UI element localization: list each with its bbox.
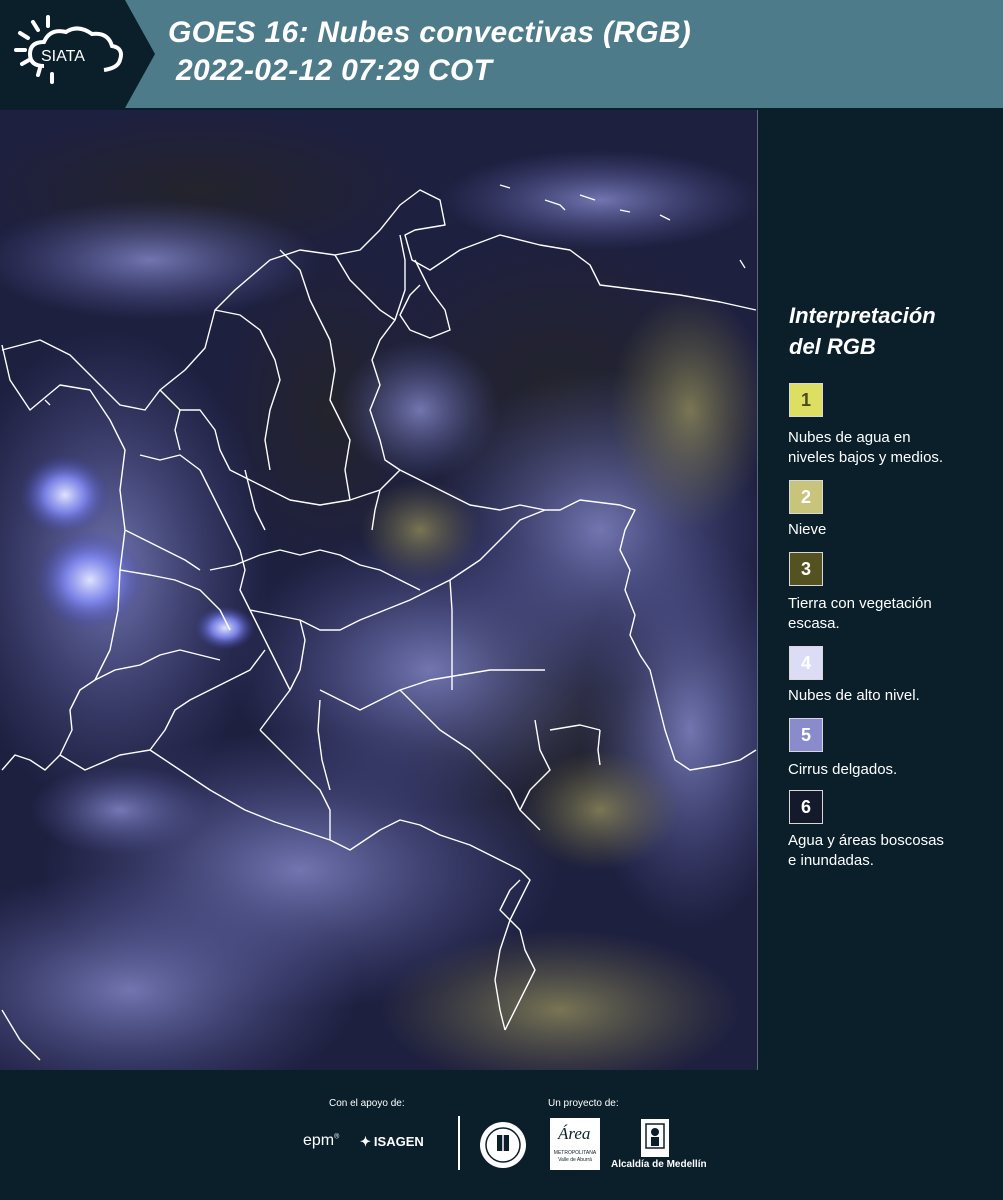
legend-swatch-5: 5 bbox=[789, 718, 823, 752]
isagen-logo: ✦ ISAGEN bbox=[360, 1134, 424, 1150]
legend-label-1: Nubes de agua en niveles bajos y medios. bbox=[788, 428, 988, 468]
satellite-map[interactable] bbox=[0, 110, 758, 1070]
alcaldia-seal-icon bbox=[641, 1119, 669, 1157]
legend-label-line-2: escasa. bbox=[788, 615, 840, 632]
legend-title-line-2: del RGB bbox=[789, 334, 876, 359]
legend-title-line-1: Interpretación bbox=[789, 303, 936, 328]
legend-label-line-1: Nubes de agua en bbox=[788, 429, 911, 446]
medellin-seal-logo bbox=[480, 1122, 526, 1168]
legend-label-5: Cirrus delgados. bbox=[788, 760, 988, 780]
project-label: Un proyecto de: bbox=[548, 1098, 619, 1109]
legend-label-line-2: niveles bajos y medios. bbox=[788, 449, 944, 466]
legend-swatch-4: 4 bbox=[789, 646, 823, 680]
title-line-2: 2022-02-12 07:29 COT bbox=[176, 54, 493, 87]
title-line-1: GOES 16: Nubes convectivas (RGB) bbox=[168, 16, 692, 49]
valle-text: Valle de Aburrá bbox=[558, 1157, 592, 1163]
legend-label-4: Nubes de alto nivel. bbox=[788, 686, 988, 706]
page-title: GOES 16: Nubes convectivas (RGB) 2022-02… bbox=[168, 14, 691, 90]
legend-label-line-2: e inundadas. bbox=[788, 852, 874, 869]
legend-label-3: Tierra con vegetación escasa. bbox=[788, 594, 988, 634]
epm-logo: epm® bbox=[303, 1132, 340, 1149]
legend-label-line-1: Cirrus delgados. bbox=[788, 761, 898, 778]
footer: Con el apoyo de: Un proyecto de: epm® ✦ I… bbox=[0, 1070, 1003, 1200]
legend-label-line-1: Agua y áreas boscosas bbox=[788, 832, 944, 849]
isagen-text: ISAGEN bbox=[373, 1134, 424, 1149]
legend-swatch-1: 1 bbox=[789, 383, 823, 417]
svg-text:SIATA: SIATA bbox=[41, 48, 85, 65]
legend-label-2: Nieve bbox=[788, 520, 988, 540]
legend-swatch-6: 6 bbox=[789, 790, 823, 824]
isagen-icon: ✦ bbox=[360, 1134, 371, 1149]
legend-label-line-1: Nieve bbox=[788, 521, 827, 538]
legend-title: Interpretación del RGB bbox=[789, 300, 995, 362]
metropolitana-text: METROPOLITANA bbox=[553, 1150, 597, 1156]
legend-swatch-2: 2 bbox=[789, 480, 823, 514]
epm-text: epm bbox=[303, 1132, 335, 1149]
support-label: Con el apoyo de: bbox=[329, 1098, 405, 1109]
legend-label-line-1: Tierra con vegetación bbox=[788, 595, 932, 612]
legend: Interpretación del RGB bbox=[775, 300, 995, 362]
alcaldia-label: Alcaldía de Medellín bbox=[611, 1159, 707, 1170]
legend-label-6: Agua y áreas boscosas e inundadas. bbox=[788, 831, 988, 871]
header: SIATA GOES 16: Nubes convectivas (RGB) 2… bbox=[0, 0, 1003, 108]
siata-logo: SIATA bbox=[0, 0, 155, 108]
legend-label-line-1: Nubes de alto nivel. bbox=[788, 687, 920, 704]
area-metropolitana-logo: Área METROPOLITANA Valle de Aburrá bbox=[550, 1118, 600, 1170]
legend-swatch-3: 3 bbox=[789, 552, 823, 586]
footer-divider bbox=[458, 1116, 460, 1170]
satellite-rgb-image bbox=[0, 110, 757, 1070]
area-text: Área bbox=[558, 1124, 591, 1143]
